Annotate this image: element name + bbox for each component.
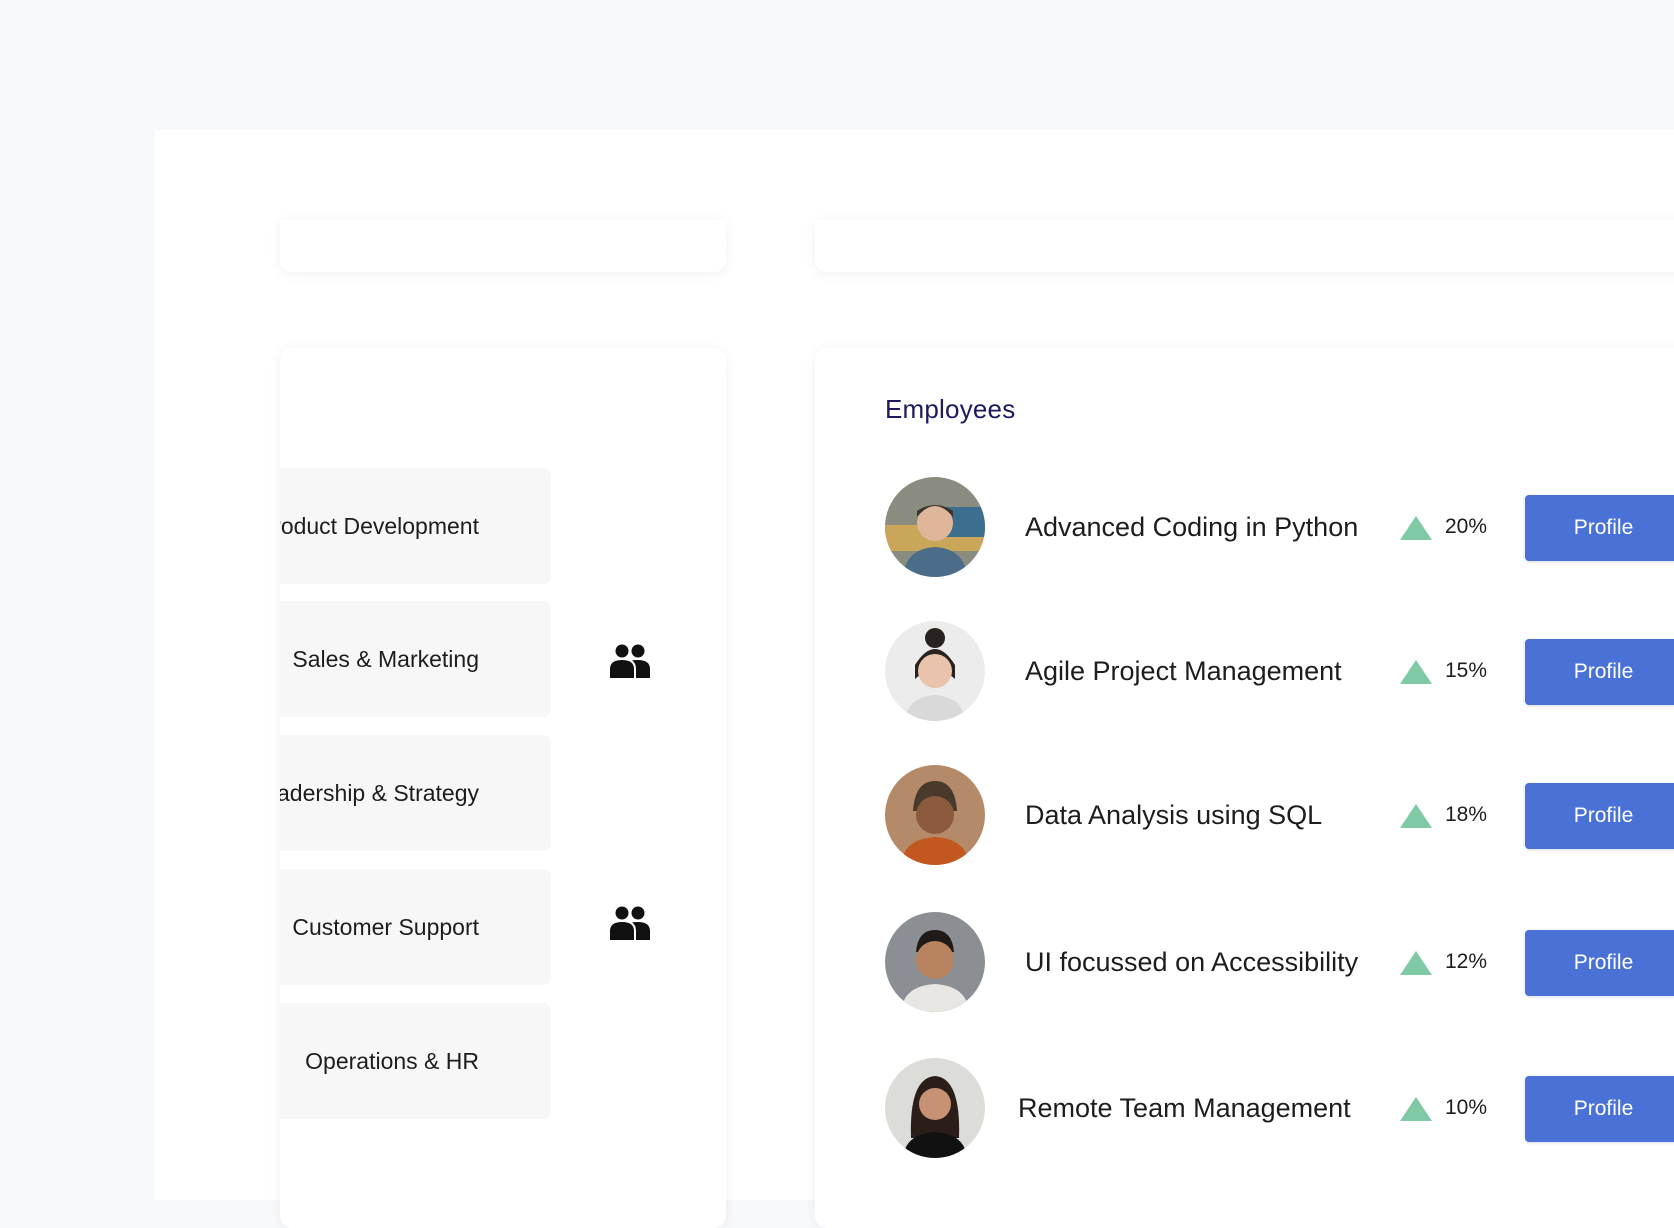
group-icon[interactable] xyxy=(610,906,650,940)
employee-avatar xyxy=(885,1058,985,1158)
department-label: Operations & HR xyxy=(305,1047,479,1074)
department-item[interactable]: Sales & Marketing xyxy=(280,601,551,717)
profile-button[interactable]: Profile xyxy=(1525,783,1674,849)
department-item[interactable]: Customer Support xyxy=(280,869,551,985)
top-left-card xyxy=(280,220,726,272)
triangle-up-icon xyxy=(1400,1097,1432,1121)
course-name: Remote Team Management xyxy=(1018,1092,1351,1123)
employee-avatar xyxy=(885,912,985,1012)
trend-percentage: 20% xyxy=(1445,515,1488,538)
department-label: Leadership & Strategy xyxy=(280,779,479,806)
department-label: Customer Support xyxy=(292,913,479,940)
triangle-up-icon xyxy=(1400,804,1432,828)
course-name: UI focussed on Accessibility xyxy=(1025,946,1359,977)
employee-row: Remote Team Management 10% Profile xyxy=(885,1058,1674,1158)
group-icon[interactable] xyxy=(610,644,650,678)
triangle-up-icon xyxy=(1400,660,1432,684)
department-item[interactable]: Product Development xyxy=(280,468,551,584)
course-name: Data Analysis using SQL xyxy=(1025,799,1323,830)
trend-percentage: 15% xyxy=(1445,659,1488,682)
employee-avatar xyxy=(885,477,985,577)
triangle-up-icon xyxy=(1400,516,1432,540)
profile-button[interactable]: Profile xyxy=(1525,639,1674,705)
department-item[interactable]: Leadership & Strategy xyxy=(280,735,551,851)
trend-percentage: 18% xyxy=(1445,803,1488,826)
side-rail xyxy=(0,130,155,1200)
main-content-area: Product Development Sales & Marketing Le… xyxy=(155,130,1674,1228)
employee-row: Agile Project Management 15% Profile xyxy=(885,621,1674,721)
trend-percentage: 12% xyxy=(1445,950,1488,973)
profile-button[interactable]: Profile xyxy=(1525,1076,1674,1142)
employee-avatar xyxy=(885,621,985,721)
course-name: Advanced Coding in Python xyxy=(1025,511,1359,542)
course-name: Agile Project Management xyxy=(1025,655,1342,686)
profile-button[interactable]: Profile xyxy=(1525,495,1674,561)
trend-percentage: 10% xyxy=(1445,1096,1488,1119)
department-label: Product Development xyxy=(280,512,479,539)
employees-card: Employees Advanced Coding in Python 20% … xyxy=(815,348,1674,1228)
department-label: Sales & Marketing xyxy=(292,645,479,672)
triangle-up-icon xyxy=(1400,951,1432,975)
department-item[interactable]: Operations & HR xyxy=(280,1003,551,1119)
top-right-card xyxy=(815,220,1674,272)
card-title: Employees xyxy=(885,394,1016,424)
employee-avatar xyxy=(885,765,985,865)
employee-row: Advanced Coding in Python 20% Profile xyxy=(885,477,1674,577)
profile-button[interactable]: Profile xyxy=(1525,930,1674,996)
departments-card: Product Development Sales & Marketing Le… xyxy=(280,348,726,1228)
employee-row: UI focussed on Accessibility 12% Profile xyxy=(885,912,1674,1012)
employee-row: Data Analysis using SQL 18% Profile xyxy=(885,765,1674,865)
